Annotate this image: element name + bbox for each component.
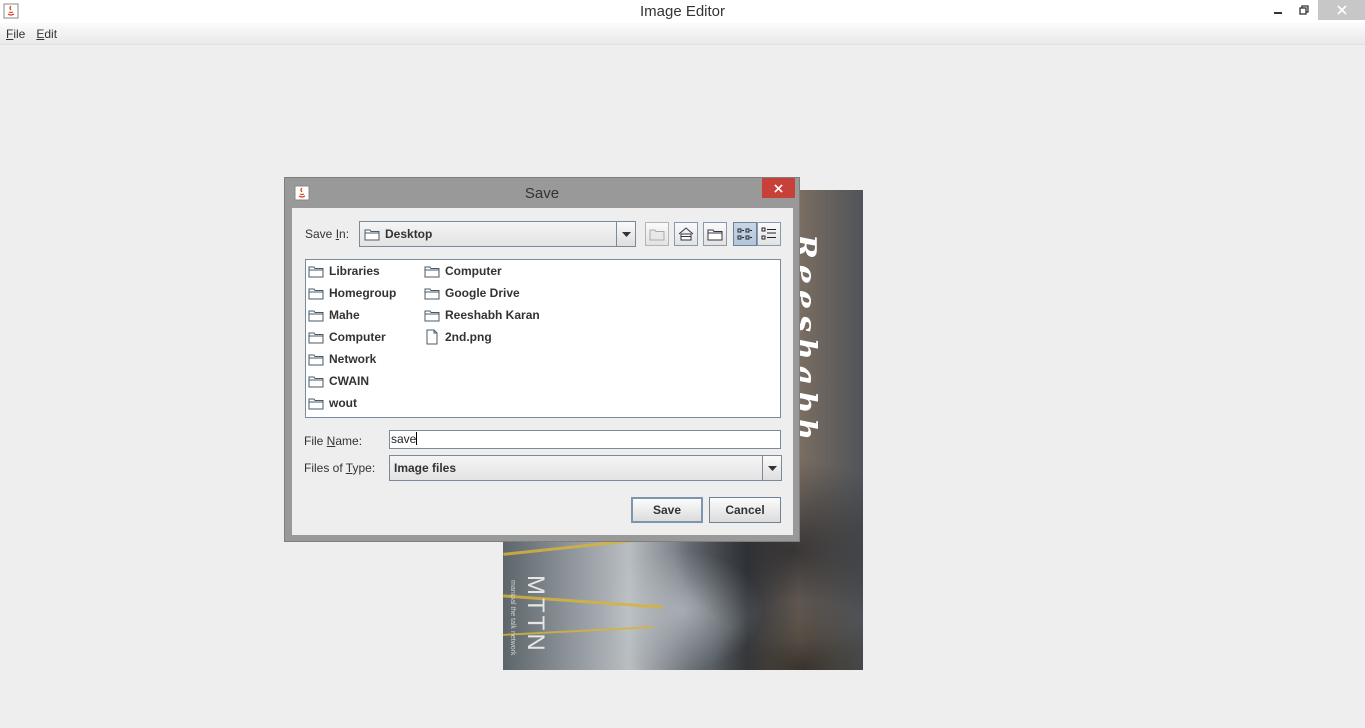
- dialog-body: Save In: Desktop Libraries Homegroup Mah…: [292, 208, 793, 535]
- window-titlebar: Image Editor: [0, 0, 1365, 23]
- home-button[interactable]: [674, 222, 698, 246]
- list-item[interactable]: Mahe: [308, 306, 360, 324]
- new-folder-button[interactable]: [703, 222, 727, 246]
- dialog-close-button[interactable]: [762, 178, 795, 198]
- folder-icon: [424, 288, 440, 299]
- files-of-type-dropdown[interactable]: Image files: [389, 455, 782, 481]
- folder-icon: [308, 310, 324, 321]
- close-icon: [1336, 5, 1347, 15]
- folder-icon: [308, 376, 324, 387]
- folder-up-icon: [649, 229, 665, 241]
- home-icon: [678, 227, 694, 241]
- up-one-level-button[interactable]: [645, 222, 669, 246]
- save-dialog: Save Save In: Desktop Libraries Homegrou…: [284, 177, 800, 542]
- list-item[interactable]: Libraries: [308, 262, 380, 280]
- restore-button[interactable]: [1292, 0, 1316, 20]
- menu-edit[interactable]: Edit: [30, 27, 62, 41]
- list-item[interactable]: Network: [308, 350, 376, 368]
- new-folder-icon: [707, 229, 723, 241]
- folder-icon: [308, 354, 324, 365]
- chevron-down-icon[interactable]: [762, 456, 781, 480]
- list-item[interactable]: 2nd.png: [424, 328, 492, 346]
- restore-icon: [1299, 5, 1309, 15]
- list-item[interactable]: Computer: [424, 262, 502, 280]
- details-view-icon: [761, 227, 776, 240]
- folder-icon: [308, 332, 324, 343]
- menu-file[interactable]: File: [0, 27, 30, 41]
- file-name-input[interactable]: save: [389, 430, 781, 449]
- folder-icon: [424, 310, 440, 321]
- list-view-button[interactable]: [733, 222, 757, 246]
- dialog-title: Save: [524, 185, 560, 202]
- window-title: Image Editor: [639, 3, 726, 20]
- list-item[interactable]: Computer: [308, 328, 386, 346]
- dialog-titlebar[interactable]: Save: [285, 178, 799, 207]
- file-list[interactable]: Libraries Homegroup Mahe Computer Networ…: [305, 259, 781, 418]
- save-in-dropdown[interactable]: Desktop: [359, 221, 636, 247]
- list-item[interactable]: CWAIN: [308, 372, 369, 390]
- folder-icon: [308, 266, 324, 277]
- folder-icon: [308, 398, 324, 409]
- list-item[interactable]: Google Drive: [424, 284, 520, 302]
- files-of-type-label: Files of Type:: [304, 461, 376, 475]
- list-view-icon: [737, 228, 752, 240]
- folder-icon: [308, 288, 324, 299]
- close-icon: [774, 183, 783, 193]
- save-button[interactable]: Save: [631, 497, 703, 523]
- file-name-label: File Name:: [304, 434, 363, 448]
- minimize-button[interactable]: [1266, 0, 1290, 20]
- minimize-icon: [1274, 12, 1282, 14]
- menu-bar: File Edit: [0, 23, 1365, 45]
- list-item[interactable]: Reeshabh Karan: [424, 306, 540, 324]
- canvas-text-sub: manipal the talk network: [509, 580, 516, 656]
- save-in-label: Save In:: [305, 227, 350, 241]
- chevron-down-icon[interactable]: [616, 222, 635, 246]
- folder-icon: [364, 229, 380, 240]
- details-view-button[interactable]: [757, 222, 781, 246]
- list-item[interactable]: Homegroup: [308, 284, 396, 302]
- folder-icon: [424, 266, 440, 277]
- cancel-button[interactable]: Cancel: [709, 497, 781, 523]
- file-icon: [426, 329, 438, 345]
- canvas-text-brand: MTTN: [522, 575, 549, 654]
- list-item[interactable]: wout: [308, 394, 357, 412]
- window-close-button[interactable]: [1318, 0, 1365, 20]
